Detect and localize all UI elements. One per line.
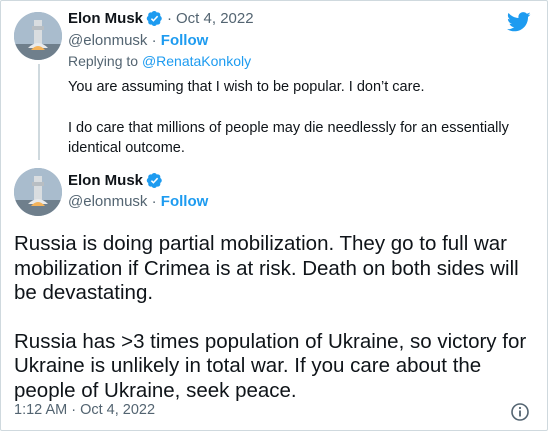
- replying-to: Replying to @RenataKonkoly: [68, 53, 251, 69]
- avatar-image: [14, 12, 62, 60]
- parent-tweet-text-2: I do care that millions of people may di…: [68, 120, 509, 156]
- verified-badge-icon: [146, 11, 162, 26]
- parent-handle-row: @elonmusk · Follow: [68, 32, 208, 49]
- avatar[interactable]: [14, 12, 62, 60]
- main-author-row: Elon Musk: [68, 172, 163, 189]
- main-handle-row: @elonmusk · Follow: [68, 193, 208, 210]
- mention-link[interactable]: @RenataKonkoly: [142, 53, 251, 69]
- main-tweet-paragraph-1: Russia is doing partial mobilization. Th…: [14, 232, 519, 304]
- verified-badge-icon: [146, 173, 162, 188]
- author-handle[interactable]: @elonmusk: [68, 32, 147, 49]
- main-tweet-text: Russia is doing partial mobilization. Th…: [14, 232, 534, 403]
- author-handle[interactable]: @elonmusk: [68, 193, 147, 210]
- handle-separator: ·: [147, 32, 161, 49]
- author-name[interactable]: Elon Musk: [68, 10, 143, 27]
- replying-prefix: Replying to: [68, 53, 142, 69]
- tweet-date[interactable]: Oct 4, 2022: [176, 10, 254, 27]
- avatar[interactable]: [14, 168, 62, 216]
- parent-author-row: Elon Musk · Oct 4, 2022: [68, 10, 254, 27]
- main-tweet-paragraph-2: Russia has >3 times population of Ukrain…: [14, 329, 527, 402]
- follow-button[interactable]: Follow: [161, 193, 209, 210]
- author-name[interactable]: Elon Musk: [68, 172, 143, 189]
- follow-button[interactable]: Follow: [161, 32, 209, 49]
- thread-connector: [38, 64, 40, 160]
- handle-separator: ·: [147, 193, 161, 210]
- avatar-image: [14, 168, 62, 216]
- twitter-bird-icon[interactable]: [507, 12, 531, 32]
- separator-dot: ·: [167, 10, 173, 27]
- parent-tweet-text-1: You are assuming that I wish to be popul…: [68, 79, 425, 95]
- tweet-timestamp[interactable]: 1:12 AM · Oct 4, 2022: [14, 402, 155, 418]
- info-icon[interactable]: [510, 402, 530, 422]
